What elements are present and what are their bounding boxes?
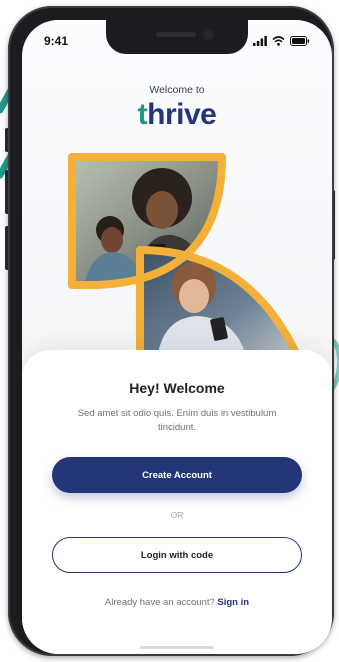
- welcome-to-label: Welcome to: [149, 84, 205, 96]
- app-screen: 9:41 Welcome to thrive Hey! Welcome Sed …: [22, 20, 332, 654]
- battery-icon: [290, 36, 310, 46]
- logo-mark: t: [137, 98, 148, 131]
- phone-frame: 9:41 Welcome to thrive Hey! Welcome Sed …: [8, 6, 334, 656]
- sign-in-link[interactable]: Sign in: [217, 597, 249, 608]
- welcome-subtitle: Sed amet sit odio quis. Enim duis in ves…: [77, 408, 277, 433]
- login-with-code-label: Login with code: [140, 549, 214, 561]
- hero-photo-collage: [68, 153, 301, 362]
- welcome-card: Hey! Welcome Sed amet sit odio quis. Eni…: [22, 350, 332, 654]
- create-account-label: Create Account: [142, 469, 212, 481]
- thrive-logo: thrive: [22, 98, 332, 132]
- notch-camera: [204, 30, 213, 39]
- create-account-button[interactable]: Create Account: [52, 457, 302, 493]
- welcome-title: Hey! Welcome: [129, 380, 225, 396]
- phone-notch: [106, 20, 248, 54]
- notch-speaker: [156, 32, 196, 37]
- login-with-code-button[interactable]: Login with code: [52, 537, 302, 573]
- logo-wordmark: hrive: [147, 98, 217, 131]
- status-icons: [253, 36, 310, 46]
- wifi-icon: [272, 36, 285, 46]
- status-time: 9:41: [44, 34, 69, 48]
- or-divider: OR: [170, 510, 184, 520]
- woman-photo: [140, 250, 297, 358]
- home-indicator[interactable]: [140, 646, 214, 649]
- sign-in-row: Already have an account? Sign in: [22, 597, 332, 608]
- signal-icon: [253, 36, 267, 46]
- have-account-text: Already have an account?: [104, 597, 215, 608]
